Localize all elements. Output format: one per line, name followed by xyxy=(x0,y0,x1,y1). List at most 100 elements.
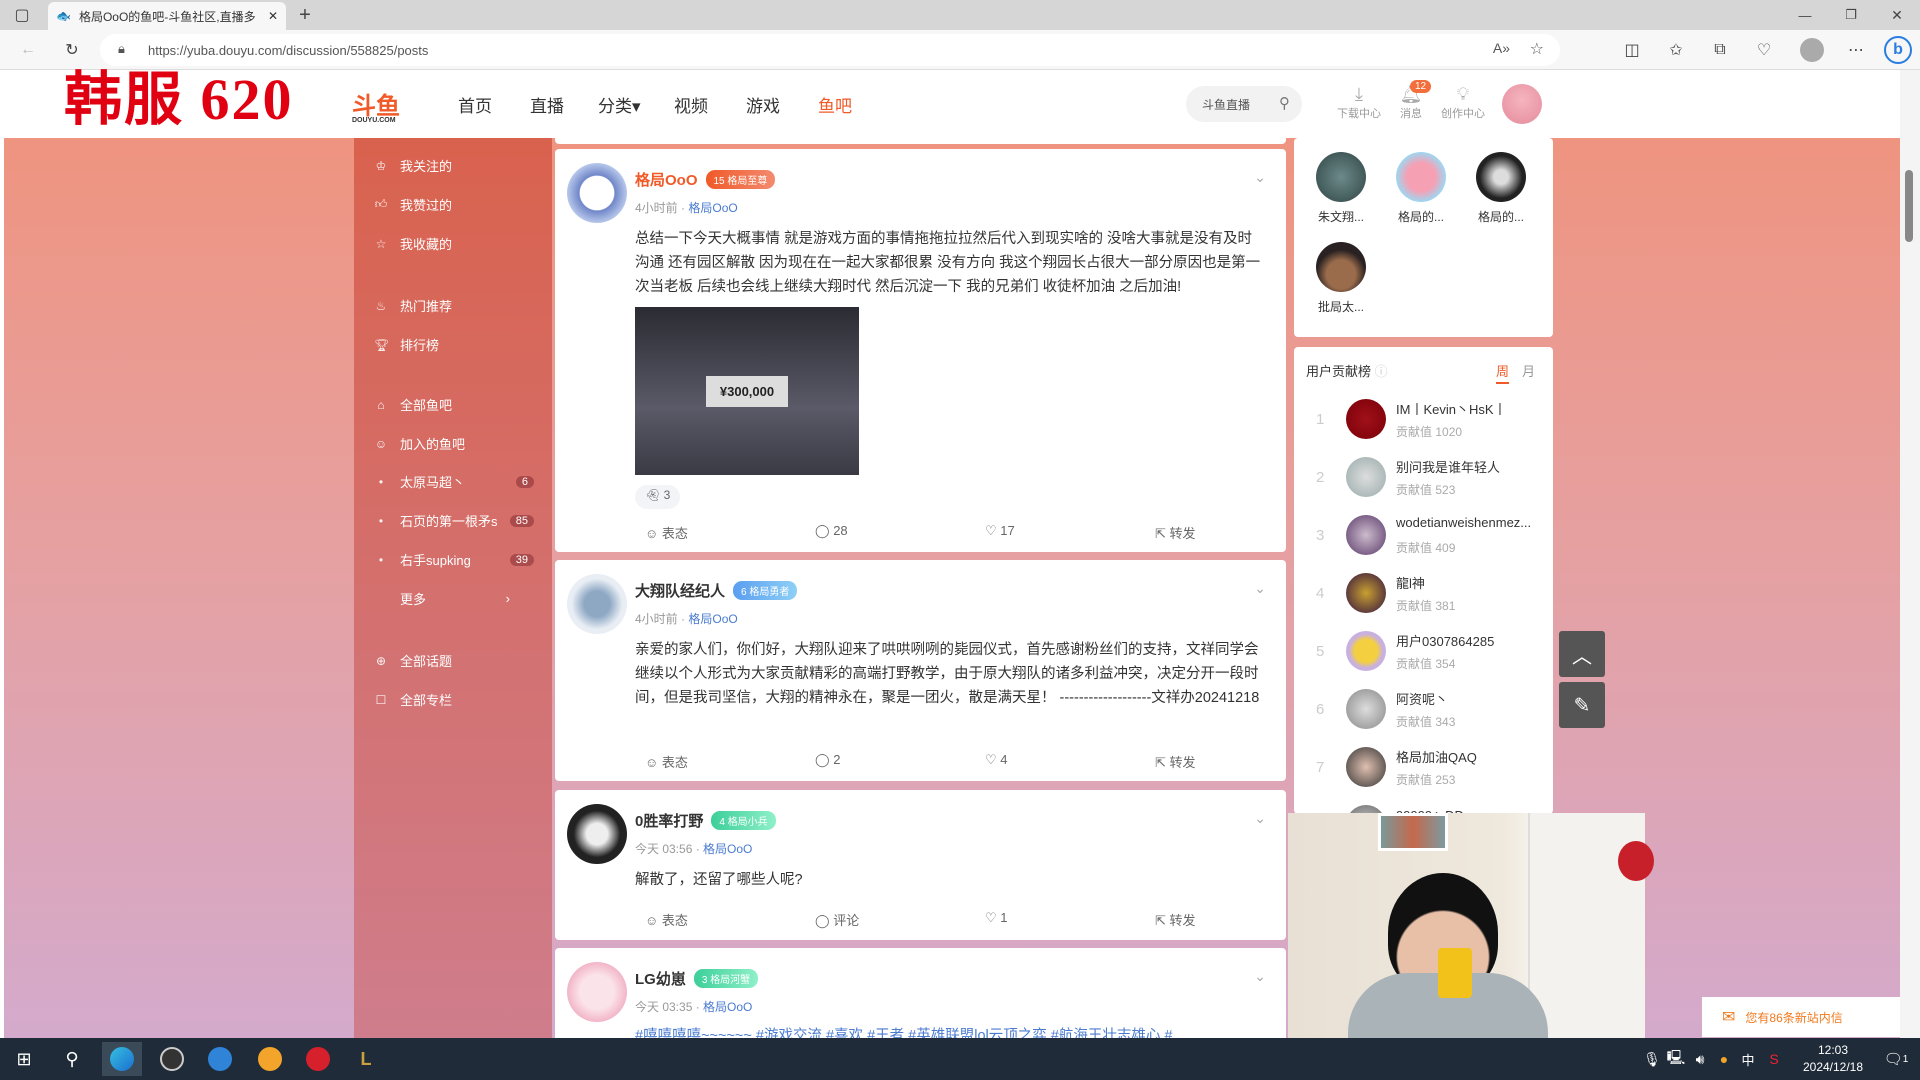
sidebar-item-more[interactable]: 更多 › xyxy=(374,589,534,608)
react-button[interactable]: ☺ 表态 xyxy=(645,910,815,929)
tab-actions-icon[interactable]: ▢ xyxy=(12,6,32,24)
nav-video[interactable]: 视频 xyxy=(674,92,708,117)
read-aloud-icon[interactable]: A» xyxy=(1493,40,1510,56)
sidebar-item-columns[interactable]: ☐ 全部专栏 xyxy=(374,690,534,709)
tab-month[interactable]: 月 xyxy=(1522,361,1535,380)
comment-button[interactable]: ◯ 评论 xyxy=(815,910,985,929)
author-name[interactable]: 格局OoO xyxy=(635,169,698,190)
profile-icon[interactable] xyxy=(1800,38,1824,62)
chevron-down-icon[interactable]: ⌄ xyxy=(1254,169,1266,186)
user-avatar[interactable] xyxy=(1346,515,1386,555)
scrollbar-thumb[interactable] xyxy=(1905,170,1913,242)
author-name[interactable]: 0胜率打野 xyxy=(635,810,703,831)
action-center-icon[interactable]: 🗨︎ 1 xyxy=(1878,1042,1914,1076)
like-button[interactable]: ♡ 4 xyxy=(985,752,1155,771)
close-tab-icon[interactable]: ✕ xyxy=(268,9,278,23)
game-center-icon[interactable] xyxy=(250,1042,290,1076)
ime-indicator[interactable]: 中 xyxy=(1736,1042,1760,1076)
fan-item[interactable]: 格局的... xyxy=(1386,152,1456,225)
browser-health-icon[interactable]: ♡ xyxy=(1752,38,1776,62)
tray-app-icon[interactable]: ● xyxy=(1712,1042,1736,1076)
user-name[interactable]: wodetianweishenmez... xyxy=(1396,515,1546,530)
react-button[interactable]: ☺ 表态 xyxy=(645,523,815,542)
collections-icon[interactable]: ⧉ xyxy=(1708,38,1732,62)
ranking-item[interactable]: 4 龍l神 贡献值 381 xyxy=(1294,565,1553,623)
topic-tags[interactable]: #嘻嘻嘻嘻~~~~~~ #游戏交流 #喜欢 #王者 #英雄联盟lol云顶之弈 #… xyxy=(635,1024,1265,1038)
author-avatar[interactable] xyxy=(567,962,627,1022)
like-button[interactable]: ♡ 1 xyxy=(985,910,1155,929)
sidebar-item-yuba-1[interactable]: • 太原马超丶 6 xyxy=(374,472,534,491)
ranking-item[interactable]: 5 用户0307864285 贡献值 354 xyxy=(1294,623,1553,681)
react-button[interactable]: ☺ 表态 xyxy=(645,752,815,771)
sidebar-item-topics[interactable]: ⊕ 全部话题 xyxy=(374,651,534,670)
sidebar-item-following[interactable]: ♔ 我关注的 xyxy=(374,156,534,175)
user-name[interactable]: 别问我是谁年轻人 xyxy=(1396,457,1546,476)
author-name[interactable]: 大翔队经纪人 xyxy=(635,580,725,601)
chevron-down-icon[interactable]: ⌄ xyxy=(1254,968,1266,985)
nav-live[interactable]: 直播 xyxy=(530,92,564,117)
user-name[interactable]: IM丨Kevin丶HsK丨 xyxy=(1396,399,1546,418)
author-avatar[interactable] xyxy=(567,163,627,223)
edge-browser-icon[interactable] xyxy=(102,1042,142,1076)
network-icon[interactable]: 🖳 xyxy=(1664,1042,1688,1076)
back-to-top-button[interactable]: ︿ xyxy=(1559,631,1605,677)
yuba-link[interactable]: 格局OoO xyxy=(688,201,737,215)
author-avatar[interactable] xyxy=(567,574,627,634)
back-icon[interactable]: ← xyxy=(16,38,40,62)
tab-week[interactable]: 周 xyxy=(1496,361,1510,384)
sidebar-item-yuba-2[interactable]: • 石页的第一根矛s 85 xyxy=(374,511,534,530)
nav-games[interactable]: 游戏 xyxy=(746,92,780,117)
ranking-item[interactable]: 2 别问我是谁年轻人 贡献值 523 xyxy=(1294,449,1553,507)
creator-center-button[interactable]: 💡︎ 创作中心 xyxy=(1440,84,1486,121)
sidebar-item-liked[interactable]: 👍︎ 我赞过的 xyxy=(374,195,534,214)
user-avatar[interactable] xyxy=(1346,747,1386,787)
favorites-icon[interactable]: ✩ xyxy=(1664,38,1688,62)
ranking-item[interactable]: 1 IM丨Kevin丶HsK丨 贡献值 1020 xyxy=(1294,391,1553,449)
close-window-icon[interactable]: ✕ xyxy=(1882,4,1912,26)
download-center-button[interactable]: ⤓ 下载中心 xyxy=(1336,84,1382,121)
restore-icon[interactable]: ❐ xyxy=(1836,4,1866,26)
yuba-link[interactable]: 格局OoO xyxy=(688,612,737,626)
chevron-down-icon[interactable]: ⌄ xyxy=(1254,580,1266,597)
reaction-pill[interactable]: 👻︎ 3 xyxy=(635,485,681,509)
user-name[interactable]: 用户0307864285 xyxy=(1396,631,1546,650)
user-avatar[interactable] xyxy=(1346,457,1386,497)
comment-button[interactable]: ◯ 28 xyxy=(815,523,985,542)
user-name[interactable]: 阿资呢丶 xyxy=(1396,689,1546,708)
game-app-icon[interactable] xyxy=(200,1042,240,1076)
douyu-logo[interactable]: 斗鱼 DOUYU.COM xyxy=(352,86,430,124)
volume-icon[interactable]: 🔊︎ xyxy=(1688,1042,1712,1076)
search-input[interactable]: 斗鱼直播 ⚲ xyxy=(1186,86,1302,122)
nav-home[interactable]: 首页 xyxy=(458,92,492,117)
ranking-item[interactable]: 3 wodetianweishenmez... 贡献值 409 xyxy=(1294,507,1553,565)
ranking-item[interactable]: 8 99999丶DD xyxy=(1294,797,1553,814)
sidebar-item-ranking[interactable]: 🏆︎ 排行榜 xyxy=(374,335,534,354)
address-bar[interactable]: 🔒︎ https://yuba.douyu.com/discussion/558… xyxy=(100,34,1560,66)
windows-start-icon[interactable]: ⊞ xyxy=(4,1042,44,1076)
new-message-notice[interactable]: ✉ 您有86条新站内信 xyxy=(1702,997,1900,1037)
share-button[interactable]: ⇱ 转发 xyxy=(1155,523,1196,542)
split-screen-icon[interactable]: ◫ xyxy=(1620,38,1644,62)
compose-post-button[interactable]: ✎ xyxy=(1559,682,1605,728)
browser-tab[interactable]: 🐟 格局OoO的鱼吧-斗鱼社区,直播多 ✕ xyxy=(48,2,286,30)
bing-copilot-icon[interactable]: b xyxy=(1884,36,1912,64)
league-of-legends-icon[interactable]: L xyxy=(346,1042,386,1076)
ranking-item[interactable]: 6 阿资呢丶 贡献值 343 xyxy=(1294,681,1553,739)
user-avatar[interactable] xyxy=(1346,573,1386,613)
search-icon[interactable]: ⚲ xyxy=(1279,94,1290,112)
user-name[interactable]: 格局加油QAQ xyxy=(1396,747,1546,766)
riot-client-icon[interactable] xyxy=(298,1042,338,1076)
yuba-link[interactable]: 格局OoO xyxy=(703,842,752,856)
user-avatar[interactable] xyxy=(1346,399,1386,439)
sidebar-item-all-yuba[interactable]: ⌂ 全部鱼吧 xyxy=(374,395,534,414)
yuba-link[interactable]: 格局OoO xyxy=(703,1000,752,1014)
fan-item[interactable]: 批局太... xyxy=(1306,242,1376,315)
ranking-item[interactable]: 7 格局加油QAQ 贡献值 253 xyxy=(1294,739,1553,797)
user-avatar[interactable] xyxy=(1346,689,1386,729)
microphone-icon[interactable]: 🎙︎ xyxy=(1640,1042,1664,1076)
sogou-ime-icon[interactable]: S xyxy=(1762,1042,1786,1076)
page-scrollbar[interactable] xyxy=(1900,70,1920,1038)
sidebar-item-hot[interactable]: ♨ 热门推荐 xyxy=(374,296,534,315)
share-button[interactable]: ⇱ 转发 xyxy=(1155,910,1196,929)
fan-item[interactable]: 朱文翔... xyxy=(1306,152,1376,225)
